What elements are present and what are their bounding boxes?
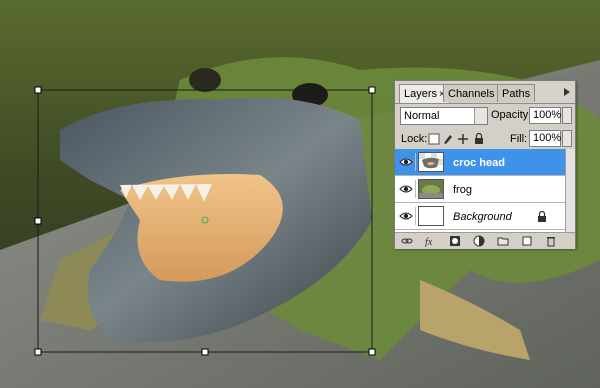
layer-thumbnail	[418, 179, 444, 199]
lock-options[interactable]	[428, 133, 486, 145]
layer-row-frog[interactable]: frog	[395, 176, 565, 203]
layer-thumbnail	[418, 152, 444, 172]
tab-paths[interactable]: Paths	[497, 84, 536, 102]
opacity-arrow-button[interactable]	[562, 107, 572, 124]
new-layer-icon[interactable]	[521, 235, 533, 247]
lock-fill-row: Lock: Fill: 100%	[395, 129, 575, 150]
fill-arrow-button[interactable]	[562, 130, 572, 147]
panel-tabs: Layers × Channels Paths	[395, 81, 575, 104]
eye-icon[interactable]	[397, 207, 416, 225]
opacity-label: Opacity:	[491, 109, 532, 121]
layer-list: croc head frog Background	[395, 149, 565, 232]
svg-text:fx: fx	[425, 237, 433, 247]
eye-icon[interactable]	[397, 153, 416, 171]
chevron-down-icon	[474, 108, 487, 124]
layer-name: frog	[453, 184, 472, 196]
tab-channels[interactable]: Channels	[443, 84, 500, 102]
layer-row-croc-head[interactable]: croc head	[395, 149, 565, 176]
layer-list-scrollbar[interactable]	[565, 149, 575, 232]
blend-opacity-row: Normal Opacity: 100%	[395, 105, 575, 127]
layer-row-background[interactable]: Background	[395, 203, 565, 230]
lock-label: Lock:	[401, 133, 428, 145]
fill-field[interactable]: 100%	[529, 130, 561, 147]
folder-icon[interactable]	[497, 235, 509, 247]
panel-footer: fx	[395, 232, 575, 249]
layer-thumbnail	[418, 206, 444, 226]
fill-label: Fill:	[510, 133, 528, 145]
blend-mode-select[interactable]: Normal	[400, 107, 488, 125]
trash-icon[interactable]	[545, 235, 557, 247]
lock-icon	[538, 211, 546, 222]
eye-icon[interactable]	[397, 180, 416, 198]
mask-icon[interactable]	[449, 235, 461, 247]
layers-panel: Layers × Channels Paths Normal Opacity: 1…	[394, 80, 576, 249]
panel-menu-icon[interactable]	[562, 87, 572, 97]
opacity-field[interactable]: 100%	[529, 107, 561, 124]
layer-name: Background	[453, 211, 512, 223]
link-icon[interactable]	[401, 235, 413, 247]
layer-name: croc head	[453, 157, 505, 169]
fx-icon[interactable]: fx	[425, 235, 437, 247]
adjustment-icon[interactable]	[473, 235, 485, 247]
